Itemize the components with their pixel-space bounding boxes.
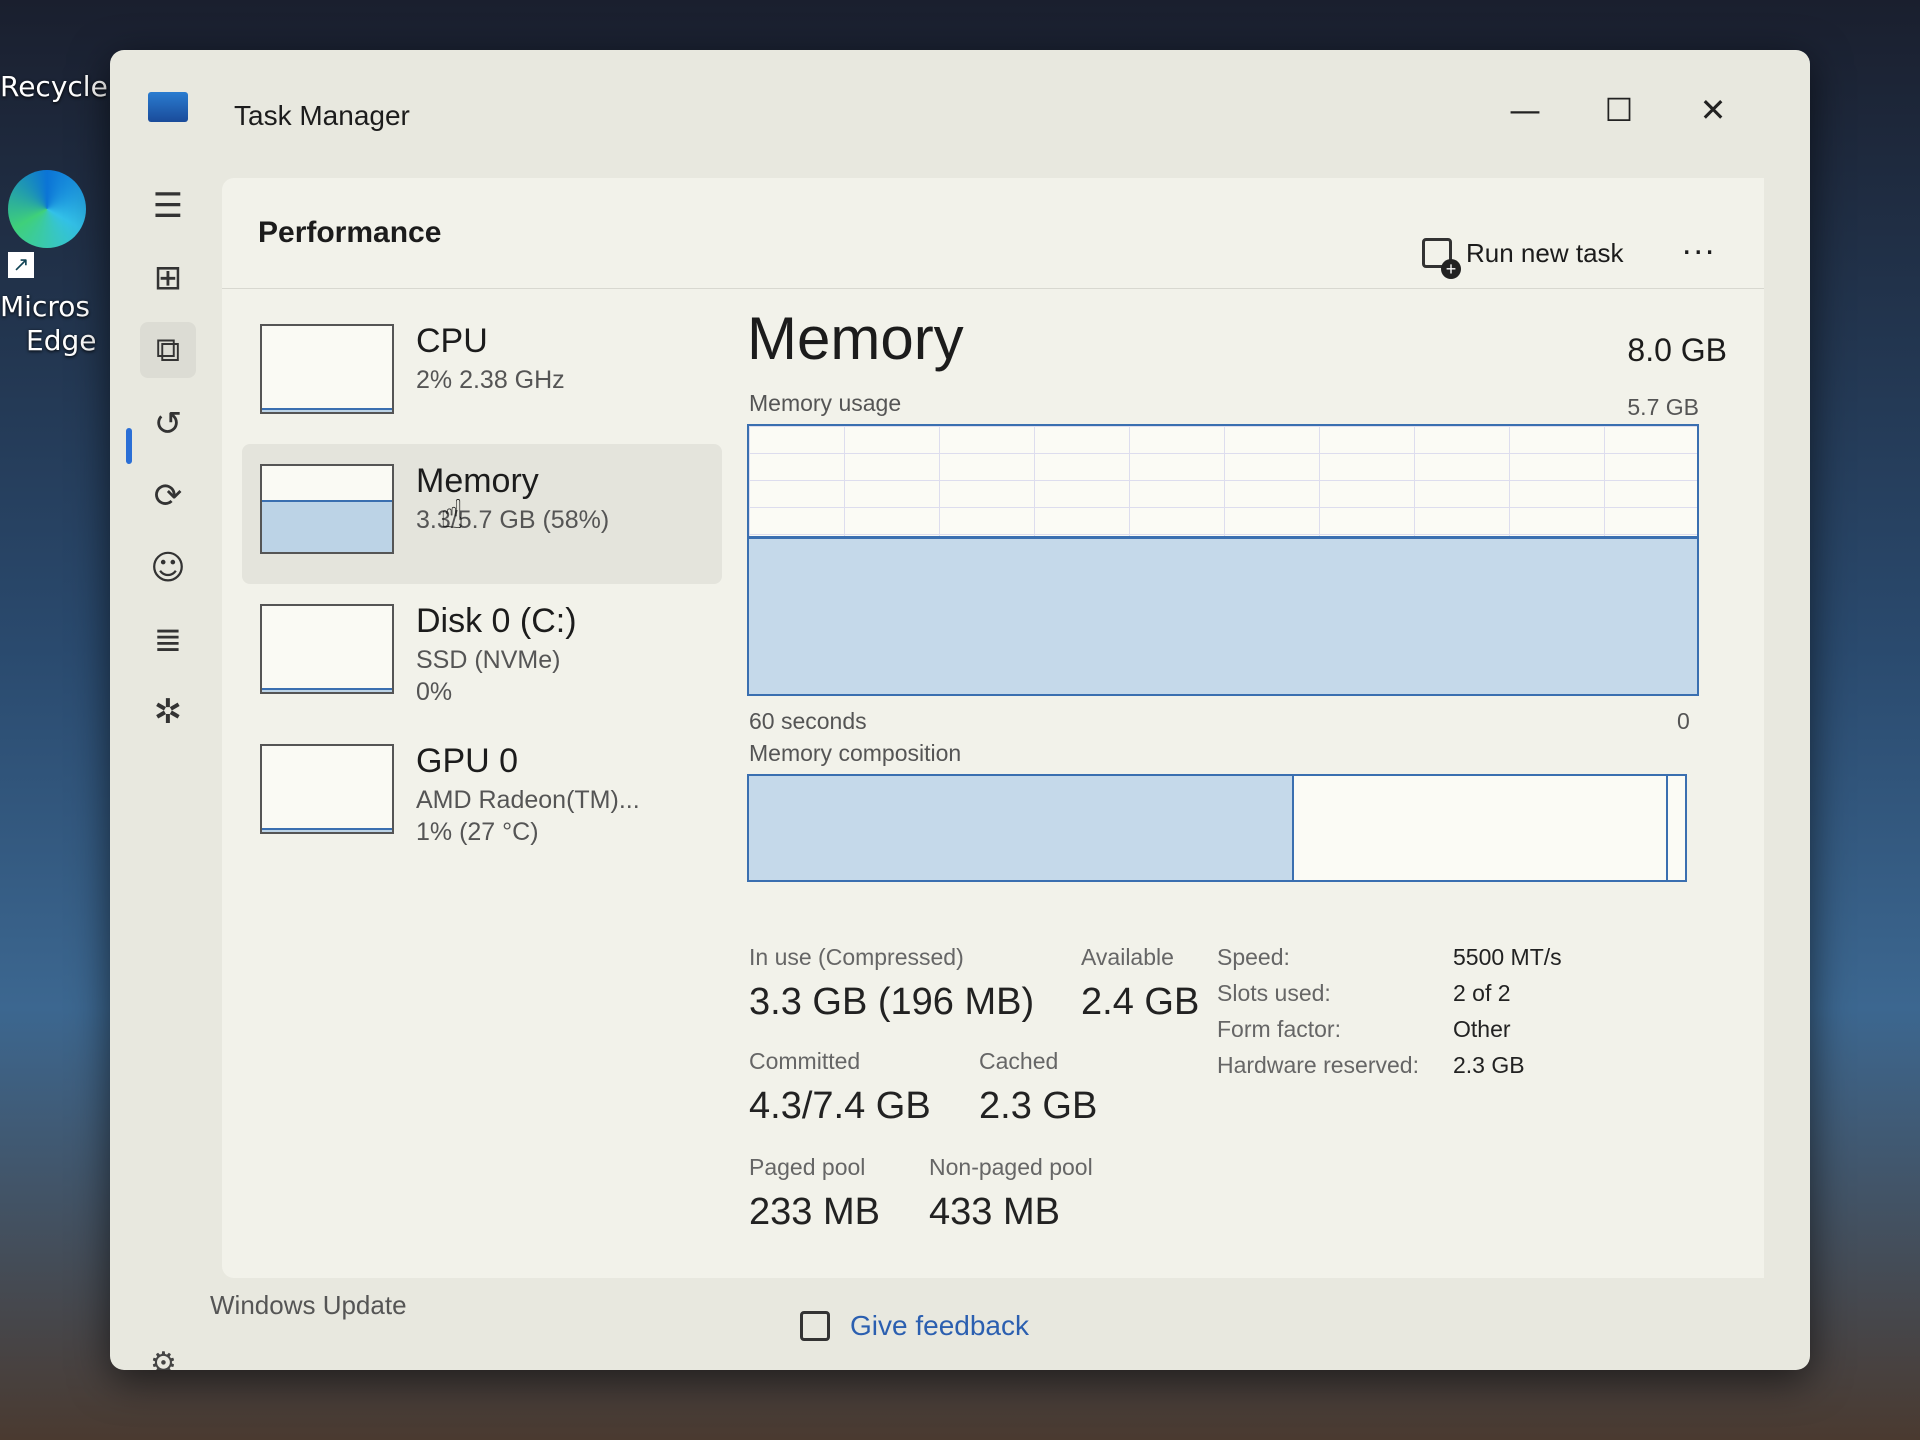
resource-list: CPU 2% 2.38 GHz Memory 3.3/5.7 GB (58%) Disk… [242,304,722,864]
minimize-button[interactable]: — [1500,90,1550,130]
stat-cached: Cached 2.3 GB [979,1048,1097,1128]
stat-paged-pool: Paged pool 233 MB [749,1154,880,1234]
stat-committed-value: 4.3/7.4 GB [749,1085,931,1127]
startup-apps-icon[interactable]: ⟳ [140,468,196,524]
feedback-icon [800,1311,830,1341]
more-options-button[interactable]: ... [1682,224,1716,263]
stat-cached-label: Cached [979,1048,1059,1074]
stat-available-value: 2.4 GB [1081,981,1200,1023]
resource-item-cpu[interactable]: CPU 2% 2.38 GHz [242,304,722,444]
resource-thumbnail-fill [262,828,392,832]
maximize-button[interactable]: ☐ [1594,90,1644,130]
memory-usage-label: Memory usage [749,390,902,416]
services-icon[interactable]: ✲ [140,684,196,740]
detail-row: Speed: 5500 MT/s [1217,944,1562,971]
resource-thumbnail-graph [260,744,394,834]
title-bar[interactable]: Task Manager — ☐ ✕ [110,50,1810,160]
detail-value: 2.3 GB [1453,1052,1525,1078]
resource-item-memory[interactable]: Memory 3.3/5.7 GB (58%) [242,444,722,584]
detail-value: 5500 MT/s [1453,944,1562,970]
resource-name: Memory [416,462,539,500]
detail-key: Form factor: [1217,1016,1341,1042]
resource-thumbnail-fill [262,408,392,412]
resource-subtitle: AMD Radeon(TM)... [416,786,640,814]
stat-available: Available 2.4 GB [1081,944,1199,1024]
nav-active-indicator [126,428,132,464]
detail-value: Other [1453,1016,1511,1042]
resource-thumbnail-fill [262,688,392,692]
windows-update-label: Windows Update [210,1290,407,1320]
details-icon[interactable]: ≣ [140,612,196,668]
stat-in-use-value: 3.3 GB (196 MB) [749,981,1035,1023]
stat-available-label: Available [1081,944,1174,970]
resource-subtitle-2: 0% [416,678,453,706]
shortcut-arrow-icon: ↗ [8,252,34,278]
detail-value: 2 of 2 [1453,980,1511,1006]
resource-subtitle: SSD (NVMe) [416,646,561,674]
run-new-task-label: Run new task [1466,237,1624,268]
hamburger-menu-icon[interactable]: ☰ [140,178,196,234]
detail-key: Slots used: [1217,980,1331,1006]
detail-row: Slots used: 2 of 2 [1217,980,1511,1007]
stat-in-use-label: In use (Compressed) [749,944,964,970]
navigation-rail: ☰ ⊞ ⧉ ↺ ⟳ ☺ ≣ ✲ ⚙ [110,160,220,1370]
resource-name: GPU 0 [416,742,519,780]
desktop-edge-label-2[interactable]: Edge [26,324,96,357]
users-icon[interactable]: ☺ [140,540,196,596]
desktop-recycle-label[interactable]: Recycle [0,70,108,103]
resource-subtitle-2: 1% (27 °C) [416,818,539,846]
processes-icon[interactable]: ⊞ [140,250,196,306]
edge-icon[interactable] [8,170,86,248]
composition-modified[interactable] [1666,776,1682,880]
app-history-icon[interactable]: ↺ [140,396,196,452]
hand-cursor-icon: ☝ [440,492,465,538]
memory-usage-fill [749,535,1697,694]
memory-usage-graph [747,424,1699,696]
content-pane: Performance Run new task ... CPU 2% 2.38 … [222,178,1764,1278]
stat-non-paged-pool-value: 433 MB [929,1191,1060,1233]
resource-thumbnail-graph [260,324,394,414]
memory-composition-bar[interactable] [747,774,1687,882]
stat-in-use: In use (Compressed) 3.3 GB (196 MB) [749,944,1034,1024]
stat-committed: Committed 4.3/7.4 GB [749,1048,931,1128]
detail-row: Hardware reserved: 2.3 GB [1217,1052,1525,1079]
memory-title: Memory [747,305,964,372]
window-title: Task Manager [234,100,410,131]
resource-thumbnail-graph [260,464,394,554]
memory-total: 8.0 GB [1627,332,1727,368]
resource-subtitle: 2% 2.38 GHz [416,366,565,394]
memory-usage-max: 5.7 GB [1627,394,1699,420]
page-title: Performance [258,216,442,249]
resource-thumbnail-fill [262,500,392,552]
memory-composition-label: Memory composition [749,740,962,766]
detail-key: Hardware reserved: [1217,1052,1419,1078]
stat-paged-pool-label: Paged pool [749,1154,866,1180]
close-button[interactable]: ✕ [1688,90,1738,130]
stat-paged-pool-value: 233 MB [749,1191,880,1233]
composition-in-use[interactable] [749,776,1294,880]
resource-item-gpu[interactable]: GPU 0 AMD Radeon(TM)... 1% (27 °C) [242,724,722,864]
graph-time-right: 0 [1677,708,1690,734]
stat-committed-label: Committed [749,1048,861,1074]
detail-row: Form factor: Other [1217,1016,1511,1043]
stat-non-paged-pool-label: Non-paged pool [929,1154,1093,1180]
stat-non-paged-pool: Non-paged pool 433 MB [929,1154,1093,1234]
desktop-edge-label-1[interactable]: Micros [0,290,90,323]
resource-name: CPU [416,322,488,360]
task-manager-app-icon [148,92,188,122]
stat-cached-value: 2.3 GB [979,1085,1098,1127]
give-feedback-label: Give feedback [850,1310,1029,1341]
task-manager-window: Task Manager — ☐ ✕ ☰ ⊞ ⧉ ↺ ⟳ ☺ ≣ ✲ ⚙ Performanc… [110,50,1810,1370]
resource-item-disk[interactable]: Disk 0 (C:) SSD (NVMe) 0% [242,584,722,724]
run-new-task-button[interactable]: Run new task [1422,230,1624,279]
resource-name: Disk 0 (C:) [416,602,577,640]
run-new-task-icon [1422,238,1461,279]
performance-icon[interactable]: ⧉ [140,322,196,378]
detail-key: Speed: [1217,944,1290,970]
page-header: Performance Run new task ... [222,178,1764,289]
graph-time-left: 60 seconds [749,708,867,734]
footer: Windows Update Give feedback [110,1290,1810,1350]
resource-thumbnail-graph [260,604,394,694]
give-feedback-link[interactable]: Give feedback [800,1310,1029,1342]
